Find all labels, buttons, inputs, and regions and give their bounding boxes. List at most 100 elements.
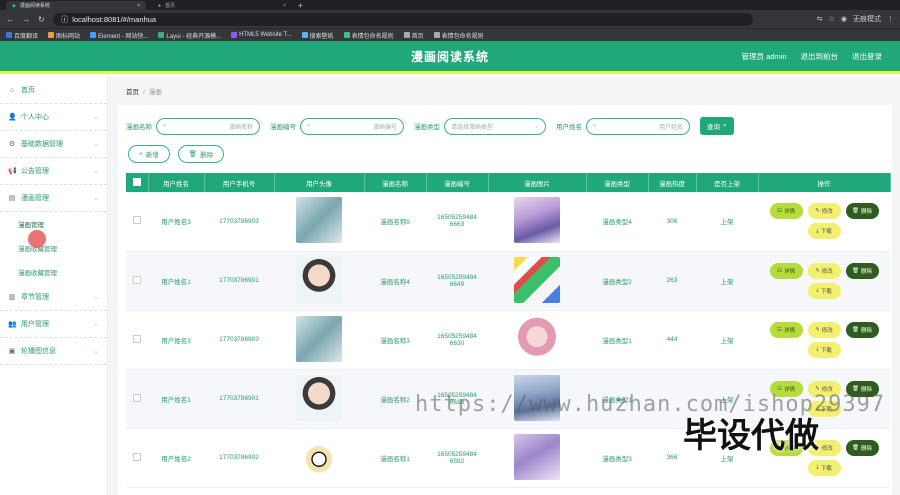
bookmark-item[interactable]: Layui - 经典开源模...	[158, 31, 221, 40]
edit-button[interactable]: ✎ 修改	[807, 203, 841, 220]
bulk-delete-button[interactable]: 🗑 删除	[177, 145, 225, 163]
forward-icon[interactable]: →	[22, 15, 30, 24]
bookmark-label: HTML5 Website T...	[239, 32, 292, 38]
bookmark-item[interactable]: 表情包命名规则	[343, 31, 394, 40]
tab-favicon-icon: ◆	[12, 2, 16, 9]
download-button[interactable]: ⤓ 下载	[807, 341, 841, 358]
phone-cell: 17703786903	[204, 310, 274, 370]
comic-name-cell: 漫画名称4	[364, 251, 426, 311]
edit-button[interactable]: ✎ 修改	[807, 262, 841, 279]
download-button[interactable]: ⤓ 下载	[807, 459, 841, 476]
sidebar-item[interactable]: ▤ 漫画管理 ⌄	[0, 185, 107, 212]
new-tab-button[interactable]: +	[298, 1, 303, 10]
reload-icon[interactable]: ↻	[38, 15, 45, 24]
bookmark-label: 图标网站	[56, 33, 81, 40]
row-checkbox[interactable]	[133, 275, 141, 284]
row-checkbox[interactable]	[133, 334, 141, 343]
chevron-down-icon: ⌄	[93, 321, 99, 328]
user-name-placeholder: 用户姓名	[658, 124, 683, 131]
profile-avatar[interactable]: ◉	[841, 15, 847, 23]
sidebar-subitem[interactable]: 漫画收藏管理	[0, 236, 107, 260]
search-button[interactable]: 查询 ⌕	[700, 117, 734, 135]
detail-button[interactable]: ☷ 详情	[769, 321, 803, 338]
profile-label: 无痕模式	[853, 16, 881, 23]
phone-cell: 17703786901	[204, 251, 274, 311]
table-row[interactable]: 用户姓名3 17703786903 漫画名称3 16505259484 6630 漫画类型…	[126, 310, 890, 370]
detail-icon: ☷	[777, 267, 782, 274]
browser-tab[interactable]: ● 首页 ×	[152, 1, 292, 10]
address-bar[interactable]: ⓘ localhost:8081/#/manhua	[52, 12, 753, 26]
edit-button[interactable]: ✎ 修改	[807, 321, 841, 338]
bookmark-item[interactable]: HTML5 Website T...	[231, 32, 292, 38]
comic-code-line: 6630	[449, 339, 465, 347]
bookmark-item[interactable]: 搜索壁纸	[301, 31, 334, 40]
translate-icon[interactable]: ⇆	[817, 15, 823, 23]
download-button[interactable]: ⤓ 下载	[807, 223, 841, 240]
frontend-link[interactable]: 退出到前台	[801, 51, 839, 62]
user-name-input[interactable]: ⌕ 用户姓名	[586, 117, 690, 135]
delete-icon: 🗑	[852, 326, 859, 333]
search-icon: ⌕	[163, 122, 167, 129]
logout-link[interactable]: 退出登录	[852, 51, 882, 62]
bookmark-item[interactable]: 百度翻译	[6, 31, 38, 40]
table-row[interactable]: 用户姓名1 17703786901 漫画名称4 16505259484 6649 漫画类型…	[126, 251, 890, 311]
breadcrumb-home[interactable]: 首页	[126, 89, 139, 96]
sidebar-subitem[interactable]: 漫画管理	[0, 212, 107, 236]
button-label: 修改	[821, 268, 833, 275]
close-icon[interactable]: ×	[283, 3, 286, 9]
sidebar-item-label: 漫画管理	[21, 195, 49, 202]
delete-button[interactable]: 🗑 删除	[845, 203, 879, 220]
home-icon: ⌂	[9, 86, 15, 94]
sidebar-item[interactable]: ▥ 章节管理 ⌄	[0, 284, 107, 311]
column-header: 是否上架	[696, 173, 759, 192]
close-icon[interactable]: ×	[137, 3, 140, 9]
table-row[interactable]: 用户姓名3 17703786903 漫画名称5 16505259484 6663 漫画类型…	[126, 192, 890, 252]
add-button[interactable]: + 新增	[128, 145, 170, 163]
comic-cover-image	[514, 315, 560, 362]
select-all-checkbox[interactable]	[132, 177, 141, 186]
column-header: 漫画类型	[586, 173, 649, 192]
detail-button[interactable]: ☷ 详情	[769, 262, 803, 279]
comic-type-select[interactable]: 请选择漫画类型 ⌄	[444, 117, 546, 135]
column-header: 漫画热度	[648, 173, 697, 192]
delete-button[interactable]: 🗑 删除	[845, 439, 879, 456]
detail-button[interactable]: ☷ 详情	[769, 203, 803, 220]
delete-button[interactable]: 🗑 删除	[845, 262, 879, 279]
sidebar-item[interactable]: ▣ 轮播图信息 ⌄	[0, 338, 107, 365]
sidebar-subitem[interactable]: 漫画收藏管理	[0, 260, 107, 284]
star-icon[interactable]: ☆	[829, 15, 835, 23]
back-icon[interactable]: ←	[6, 15, 14, 24]
on-shelf-cell: 上架	[696, 192, 758, 252]
button-label: 下载	[820, 288, 832, 295]
download-button[interactable]: ⤓ 下载	[807, 282, 841, 299]
bookmark-item[interactable]: 首页	[403, 31, 424, 40]
row-checkbox[interactable]	[133, 393, 141, 402]
comic-code-input[interactable]: ⌕ 漫画编号	[300, 117, 404, 135]
sidebar-item[interactable]: 👤 个人中心 ⌄	[0, 104, 107, 131]
sidebar-item[interactable]: ⚙ 基础数据管理 ⌄	[0, 131, 107, 158]
user-name-cell: 用户姓名3	[148, 192, 204, 252]
bookmark-item[interactable]: Element - 网站快...	[90, 31, 148, 40]
bookmark-item[interactable]: 图标网站	[48, 31, 80, 40]
delete-button[interactable]: 🗑 删除	[845, 321, 879, 338]
row-checkbox-cell	[126, 310, 148, 370]
row-checkbox[interactable]	[133, 452, 141, 461]
delete-icon: 🗑	[852, 208, 859, 215]
bookmark-item[interactable]: 表情包命名规则	[433, 31, 484, 40]
comic-name-input[interactable]: ⌕ 漫画名称	[156, 117, 260, 135]
sidebar-item[interactable]: 👥 用户管理 ⌄	[0, 311, 107, 338]
button-label: 下载	[820, 347, 832, 354]
menu-icon[interactable]: ⋮	[887, 15, 894, 23]
user-name-label: 用户姓名	[556, 124, 582, 131]
browser-tab-active[interactable]: ◆ 漫画阅读系统 ×	[6, 1, 146, 10]
row-checkbox[interactable]	[133, 216, 141, 225]
breadcrumb-separator: /	[143, 89, 145, 96]
admin-user-link[interactable]: 管理员 admin	[741, 51, 786, 62]
sidebar-item[interactable]: ⌂ 首页	[0, 77, 107, 104]
user-name-cell: 用户姓名1	[148, 369, 204, 429]
button-label: 删除	[860, 327, 872, 334]
sidebar-item[interactable]: 📢 公告管理 ⌄	[0, 158, 107, 185]
comic-code-label: 漫画编号	[270, 124, 296, 131]
comic-name-cell: 漫画名称3	[364, 310, 426, 370]
bookmark-label: 搜索壁纸	[309, 33, 334, 40]
